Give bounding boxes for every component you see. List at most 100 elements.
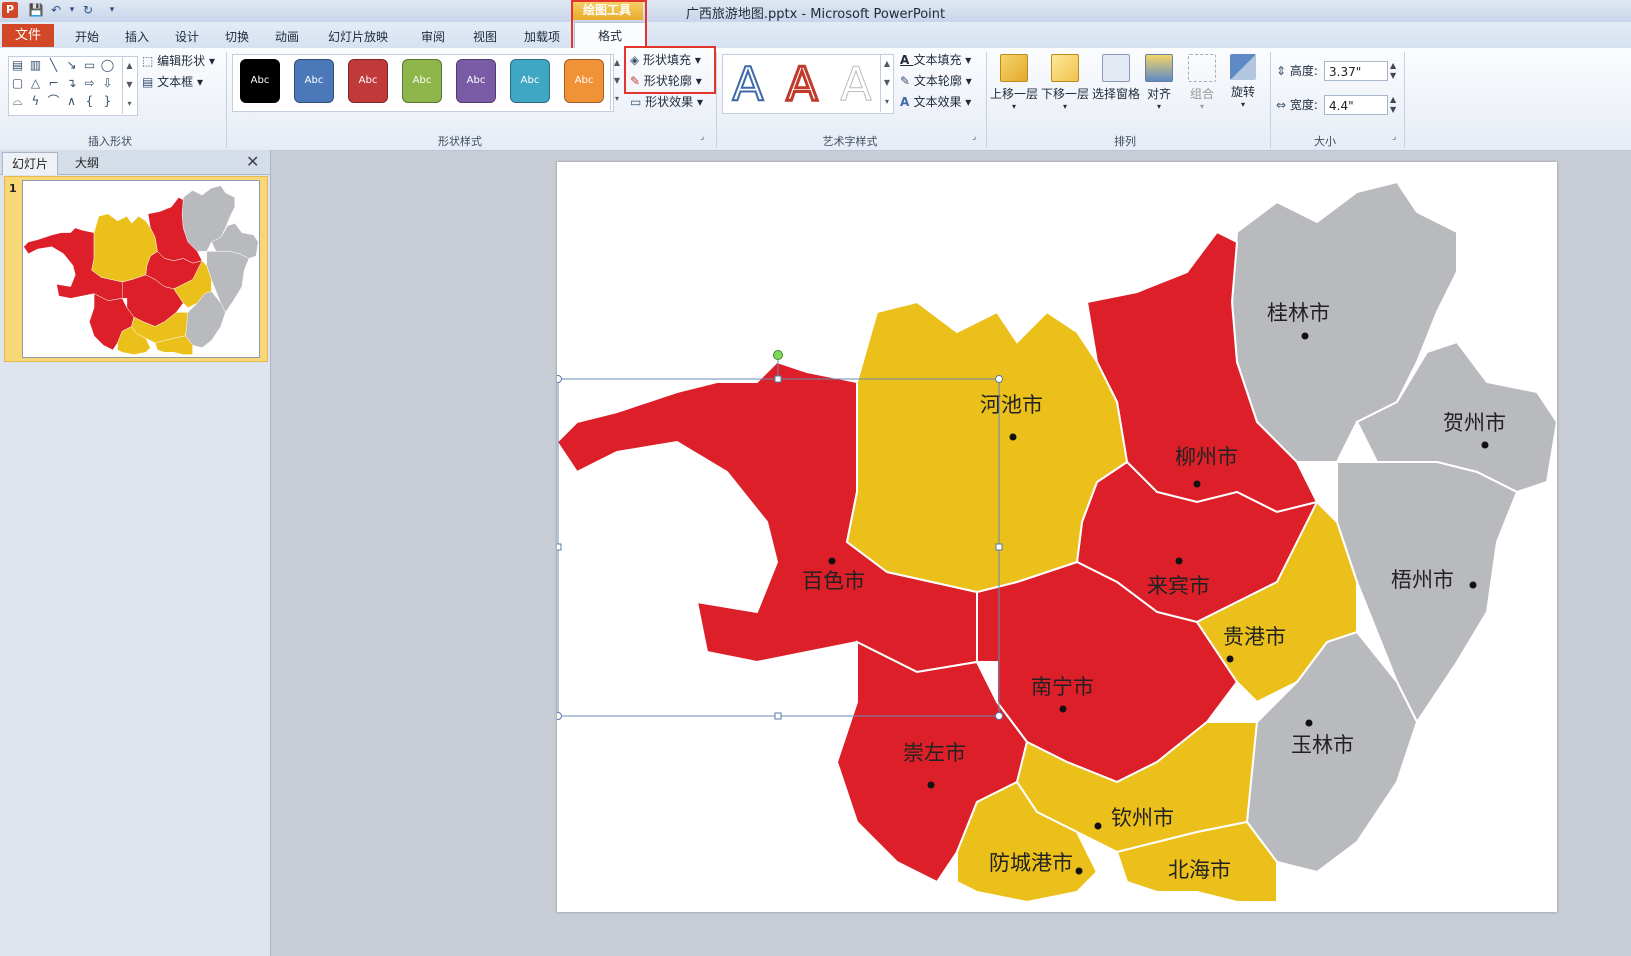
width-input[interactable]: 4.4" [1324,95,1388,115]
tab-animations[interactable]: 动画 [262,27,312,47]
height-spinner[interactable]: ▲ ▼ [1390,61,1396,81]
right-brace-shape-icon[interactable]: } [100,94,115,109]
down-arrow-shape-icon[interactable]: ⇩ [100,76,115,91]
style-swatch-teal[interactable]: Abc [510,59,550,103]
city-label-guilin: 桂林市 [1267,301,1330,325]
width-icon: ⇔ [1276,98,1290,112]
style-swatch-orange[interactable]: Abc [564,59,604,103]
city-label-guigang: 贵港市 [1223,625,1286,649]
height-input[interactable]: 3.37" [1324,61,1388,81]
resize-handle-left[interactable] [557,543,562,551]
city-dot-hezhou [1481,441,1489,449]
shapes-gallery-scroll[interactable]: ▲ ▼ ▾ [122,56,136,114]
slide-thumbnail[interactable] [22,180,260,358]
swatch-label: Abc [358,75,378,86]
wordart-style-outline-gray[interactable]: A [834,60,878,109]
triangle-shape-icon[interactable]: △ [28,76,43,91]
tab-review[interactable]: 审阅 [408,27,458,47]
tab-transitions[interactable]: 切换 [212,27,262,47]
right-arrow-shape-icon[interactable]: ⇨ [82,76,97,91]
style-swatch-green[interactable]: Abc [402,59,442,103]
rotate-label: 旋转 [1230,85,1255,99]
align-button[interactable]: 对齐 ▾ [1137,54,1181,111]
city-dot-guilin [1301,332,1309,340]
slide-number: 1 [9,182,17,195]
freeform-shape-icon[interactable]: ⌓ [10,94,25,109]
resize-handle-bottom[interactable] [774,712,782,720]
group-label-shape-styles: 形状样式 [438,135,482,148]
lightning-shape-icon[interactable]: ϟ [28,94,43,109]
dialog-launcher-icon[interactable]: ⌟ [700,132,704,142]
close-panel-icon[interactable]: ✕ [246,152,262,172]
resize-handle-top-left[interactable] [557,375,562,383]
style-swatch-red[interactable]: Abc [348,59,388,103]
tab-file[interactable]: 文件 [2,24,54,47]
city-label-hechi: 河池市 [980,393,1043,417]
send-backward-button[interactable]: 下移一层 ▾ [1041,54,1089,111]
tab-insert[interactable]: 插入 [112,27,162,47]
rectangle-shape-icon[interactable]: ▭ [82,58,97,73]
style-swatch-black[interactable]: Abc [240,59,280,103]
shape-styles-scroll[interactable]: ▲ ▼ ▾ [610,54,623,110]
text-box-button[interactable]: ▤ 文本框 ▾ [142,73,203,91]
text-outline-button[interactable]: ✎ 文本轮廓 ▾ [900,72,972,90]
resize-handle-bottom-left[interactable] [557,712,562,720]
city-dot-hechi [1009,433,1017,441]
guangxi-map[interactable]: 河池市 柳州市 桂林市 贺州市 百色市 来宾市 梧州市 贵港市 南宁市 玉林市 … [557,162,1557,912]
swatch-label: Abc [520,75,540,86]
selection-pane-button[interactable]: 选择窗格 [1092,54,1140,102]
tab-slides[interactable]: 幻灯片 [2,152,58,175]
text-fill-button[interactable]: A 文本填充 ▾ [900,51,971,69]
city-dot-qinzhou [1094,822,1102,830]
city-dot-liuzhou [1193,480,1201,488]
dialog-launcher-icon[interactable]: ⌟ [1392,132,1396,142]
edit-shape-button[interactable]: ⬚ 编辑形状 ▾ [142,52,215,70]
send-backward-icon [1051,54,1079,82]
rotate-handle[interactable] [773,350,783,360]
ribbon-separator [1270,52,1271,148]
textbox-shape-icon[interactable]: ▤ [10,58,25,73]
wordart-style-outline-blue[interactable]: A [726,59,770,109]
tab-design[interactable]: 设计 [162,27,212,47]
style-swatch-purple[interactable]: Abc [456,59,496,103]
dialog-launcher-icon[interactable]: ⌟ [972,132,976,142]
swatch-label: Abc [304,75,324,86]
text-effects-button[interactable]: A 文本效果 ▾ [900,93,971,111]
city-label-beihai: 北海市 [1168,858,1231,882]
tab-home[interactable]: 开始 [62,27,112,47]
rounded-rect-shape-icon[interactable]: ▢ [10,76,25,91]
wordart-style-outline-red[interactable]: A [780,59,824,110]
group-button[interactable]: 组合 ▾ [1180,54,1224,111]
city-dot-chongzuo [927,781,935,789]
resize-handle-top-right[interactable] [995,375,1003,383]
ribbon-separator [986,52,987,148]
wordart-gallery-scroll[interactable]: ▲ ▼ ▾ [880,54,893,112]
resize-handle-right[interactable] [995,543,1003,551]
shape-effects-icon: ▭ [630,95,646,109]
line-shape-icon[interactable]: ╲ [46,58,61,73]
shape-effects-button[interactable]: ▭ 形状效果 ▾ [630,93,703,111]
tab-outline[interactable]: 大纲 [60,152,114,174]
tab-addins[interactable]: 加载项 [514,27,570,47]
resize-handle-bottom-right[interactable] [995,712,1003,720]
elbow-arrow-shape-icon[interactable]: ↴ [64,76,79,91]
style-swatch-blue[interactable]: Abc [294,59,334,103]
height-label: ⇕ 高度: [1276,62,1318,80]
tab-view[interactable]: 视图 [460,27,510,47]
resize-handle-top[interactable] [774,375,782,383]
city-dot-yulin [1305,719,1313,727]
rotate-button[interactable]: 旋转 ▾ [1221,54,1265,109]
oval-shape-icon[interactable]: ◯ [100,58,115,73]
swatch-label: Abc [466,75,486,86]
arrow-line-shape-icon[interactable]: ↘ [64,58,79,73]
elbow-connector-shape-icon[interactable]: ⌐ [46,76,61,91]
left-brace-shape-icon[interactable]: { [82,94,97,109]
arc-shape-icon[interactable]: ⌒ [46,94,61,109]
bring-forward-button[interactable]: 上移一层 ▾ [990,54,1038,111]
width-spinner[interactable]: ▲ ▼ [1390,95,1396,115]
text-outline-icon: ✎ [900,74,914,88]
tab-slideshow[interactable]: 幻灯片放映 [318,27,398,47]
vertical-textbox-shape-icon[interactable]: ▥ [28,58,43,73]
curve-shape-icon[interactable]: ∧ [64,94,79,109]
group-label-insert-shapes: 插入形状 [88,135,132,148]
